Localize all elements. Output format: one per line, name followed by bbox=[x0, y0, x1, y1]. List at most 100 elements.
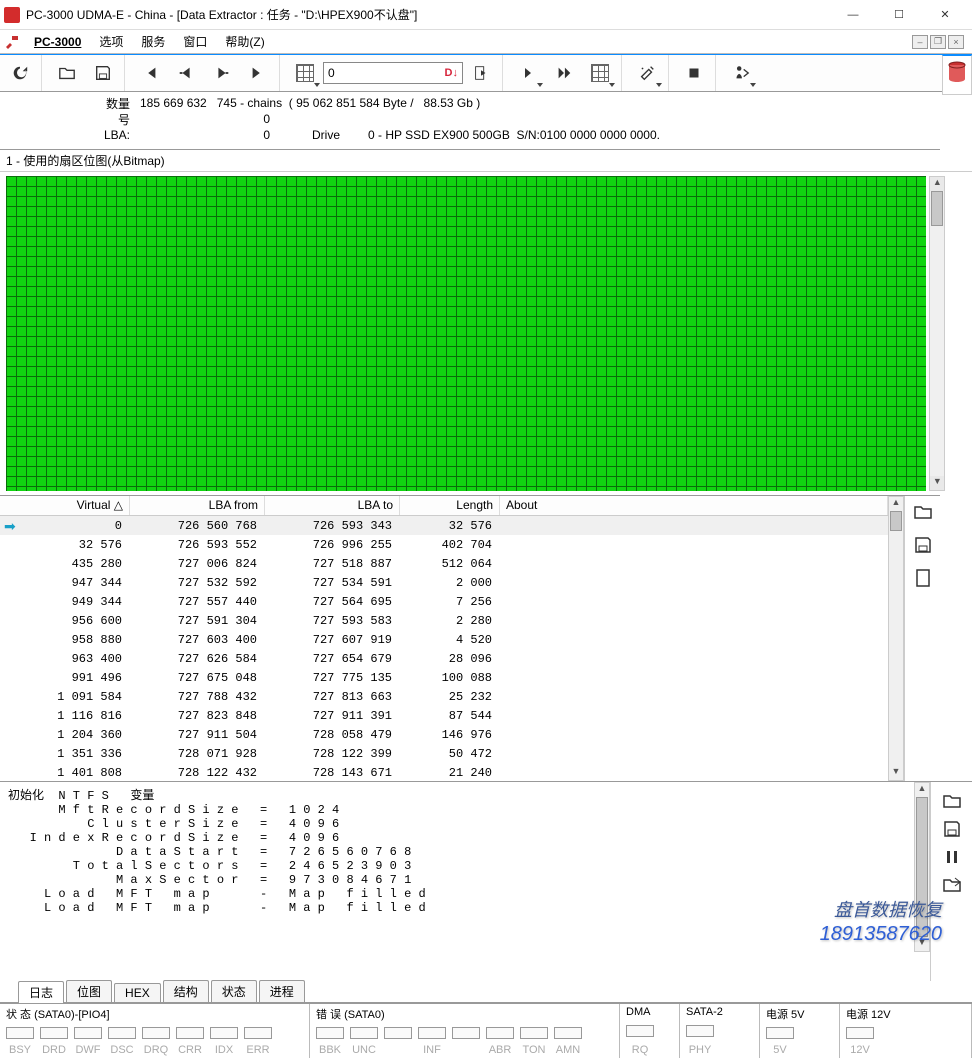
goto-button[interactable] bbox=[463, 55, 499, 91]
grid-view-button[interactable] bbox=[582, 55, 618, 91]
jump-address-field[interactable]: 0 D↓ bbox=[323, 62, 463, 84]
status-led-label: TON bbox=[520, 1044, 548, 1056]
status-led-label: DRD bbox=[40, 1044, 68, 1056]
table-row[interactable]: 963 400 727 626 584 727 654 679 28 096 bbox=[0, 649, 888, 668]
bitmap-canvas[interactable] bbox=[6, 176, 926, 491]
count-value: 185 669 632 745 - chains ( 95 062 851 58… bbox=[140, 96, 480, 110]
menu-options[interactable]: 选项 bbox=[95, 31, 127, 52]
play-button[interactable] bbox=[510, 55, 546, 91]
table-row[interactable]: 991 496 727 675 048 727 775 135 100 088 bbox=[0, 668, 888, 687]
side-db-panel[interactable] bbox=[942, 55, 972, 95]
tab-process[interactable]: 进程 bbox=[259, 980, 305, 1002]
log-container: 初始化 N T F S 变量 M f t R e c o r d S i z e… bbox=[0, 781, 972, 981]
col-virtual[interactable]: Virtual △ bbox=[0, 496, 130, 515]
lba-value: 0 bbox=[140, 128, 270, 142]
table-row[interactable]: 947 344 727 532 592 727 534 591 2 000 bbox=[0, 573, 888, 592]
tab-hex[interactable]: HEX bbox=[114, 983, 161, 1002]
exit-button[interactable] bbox=[723, 55, 759, 91]
bottom-tabs: 日志 位图 HEX 结构 状态 进程 bbox=[0, 981, 972, 1003]
table-row[interactable]: 949 344 727 557 440 727 564 695 7 256 bbox=[0, 592, 888, 611]
tab-struct[interactable]: 结构 bbox=[163, 980, 209, 1002]
open-button[interactable] bbox=[49, 55, 85, 91]
table-body[interactable]: 0 726 560 768 726 593 343 32 576 32 576 … bbox=[0, 516, 888, 781]
num-label: 号 bbox=[60, 111, 140, 128]
bitmap-scrollbar[interactable]: ▲▼ bbox=[929, 176, 945, 491]
log-output[interactable]: 初始化 N T F S 变量 M f t R e c o r d S i z e… bbox=[0, 782, 914, 981]
table-row[interactable]: 1 091 584 727 788 432 727 813 663 25 232 bbox=[0, 687, 888, 706]
mdi-close[interactable]: × bbox=[948, 35, 964, 49]
status-panel: 状 态 (SATA0)-[PIO4] BSYDRDDWFDSCDRQCRRIDX… bbox=[0, 1003, 972, 1058]
menu-pc3000[interactable]: PC-3000 bbox=[30, 33, 85, 51]
status-led-label: BSY bbox=[6, 1044, 34, 1056]
status-led-label: UNC bbox=[350, 1044, 378, 1056]
log-save-button[interactable] bbox=[940, 818, 964, 840]
table-row[interactable]: 1 204 360 727 911 504 728 058 479 146 97… bbox=[0, 725, 888, 744]
table-row[interactable]: 435 280 727 006 824 727 518 887 512 064 bbox=[0, 554, 888, 573]
jump-address-value: 0 bbox=[328, 66, 335, 80]
status-led bbox=[686, 1025, 714, 1037]
table-row[interactable]: 956 600 727 591 304 727 593 583 2 280 bbox=[0, 611, 888, 630]
maximize-button[interactable]: ☐ bbox=[876, 0, 922, 30]
status-led bbox=[846, 1027, 874, 1039]
table-side-tools bbox=[904, 496, 940, 781]
play-all-button[interactable] bbox=[546, 55, 582, 91]
tab-bitmap[interactable]: 位图 bbox=[66, 980, 112, 1002]
menu-help[interactable]: 帮助(Z) bbox=[221, 31, 268, 52]
status-g6-title: 电源 12V bbox=[846, 1006, 965, 1022]
status-led-label: BBK bbox=[316, 1044, 344, 1056]
table-row[interactable]: 32 576 726 593 552 726 996 255 402 704 bbox=[0, 535, 888, 554]
col-length[interactable]: Length bbox=[400, 496, 500, 515]
status-led-label: PHY bbox=[686, 1044, 714, 1056]
table-row[interactable]: 1 351 336 728 071 928 728 122 399 50 472 bbox=[0, 744, 888, 763]
log-scrollbar[interactable]: ▲ ▼ bbox=[914, 782, 930, 952]
table-row[interactable]: 958 880 727 603 400 727 607 919 4 520 bbox=[0, 630, 888, 649]
col-lba-to[interactable]: LBA to bbox=[265, 496, 400, 515]
stop-button[interactable] bbox=[676, 55, 712, 91]
status-led-label bbox=[452, 1044, 480, 1056]
log-clear-button[interactable] bbox=[940, 874, 964, 896]
window-titlebar: PC-3000 UDMA-E - China - [Data Extractor… bbox=[0, 0, 972, 30]
table-open-button[interactable] bbox=[913, 502, 933, 525]
tools-icon bbox=[4, 34, 20, 50]
nav-last-button[interactable] bbox=[240, 55, 276, 91]
status-led bbox=[74, 1027, 102, 1039]
table-row[interactable]: 0 726 560 768 726 593 343 32 576 bbox=[0, 516, 888, 535]
mdi-controls: – ❐ × bbox=[912, 35, 968, 49]
nav-next-button[interactable] bbox=[204, 55, 240, 91]
tab-log[interactable]: 日志 bbox=[18, 981, 64, 1003]
nav-prev-button[interactable] bbox=[168, 55, 204, 91]
status-led bbox=[766, 1027, 794, 1039]
status-led-label: CRR bbox=[176, 1044, 204, 1056]
log-side-tools bbox=[930, 782, 972, 981]
table-scrollbar[interactable]: ▲ ▼ bbox=[888, 496, 904, 781]
table-save-button[interactable] bbox=[913, 535, 933, 558]
tab-status[interactable]: 状态 bbox=[211, 980, 257, 1002]
table-header: Virtual △ LBA from LBA to Length About bbox=[0, 496, 888, 516]
mdi-restore[interactable]: ❐ bbox=[930, 35, 946, 49]
minimize-button[interactable]: — bbox=[830, 0, 876, 30]
status-led bbox=[486, 1027, 514, 1039]
nav-first-button[interactable] bbox=[132, 55, 168, 91]
status-led bbox=[626, 1025, 654, 1037]
status-led-label: DRQ bbox=[142, 1044, 170, 1056]
drive-label: Drive bbox=[270, 128, 350, 142]
settings-button[interactable] bbox=[629, 55, 665, 91]
table-row[interactable]: 1 116 816 727 823 848 727 911 391 87 544 bbox=[0, 706, 888, 725]
refresh-button[interactable] bbox=[2, 55, 38, 91]
num-value: 0 bbox=[140, 112, 270, 126]
log-open-button[interactable] bbox=[940, 790, 964, 812]
mdi-minimize[interactable]: – bbox=[912, 35, 928, 49]
save-button[interactable] bbox=[85, 55, 121, 91]
menu-service[interactable]: 服务 bbox=[137, 31, 169, 52]
menu-window[interactable]: 窗口 bbox=[179, 31, 211, 52]
grid-toggle-button[interactable] bbox=[287, 55, 323, 91]
log-pause-button[interactable] bbox=[940, 846, 964, 868]
col-lba-from[interactable]: LBA from bbox=[130, 496, 265, 515]
drive-value: 0 - HP SSD EX900 500GB S/N:0100 0000 000… bbox=[350, 128, 660, 142]
close-button[interactable]: ✕ bbox=[922, 0, 968, 30]
col-about[interactable]: About bbox=[500, 496, 888, 515]
status-led bbox=[108, 1027, 136, 1039]
table-blank-button[interactable] bbox=[913, 568, 933, 591]
status-led-label: 12V bbox=[846, 1044, 874, 1056]
table-row[interactable]: 1 401 808 728 122 432 728 143 671 21 240 bbox=[0, 763, 888, 781]
